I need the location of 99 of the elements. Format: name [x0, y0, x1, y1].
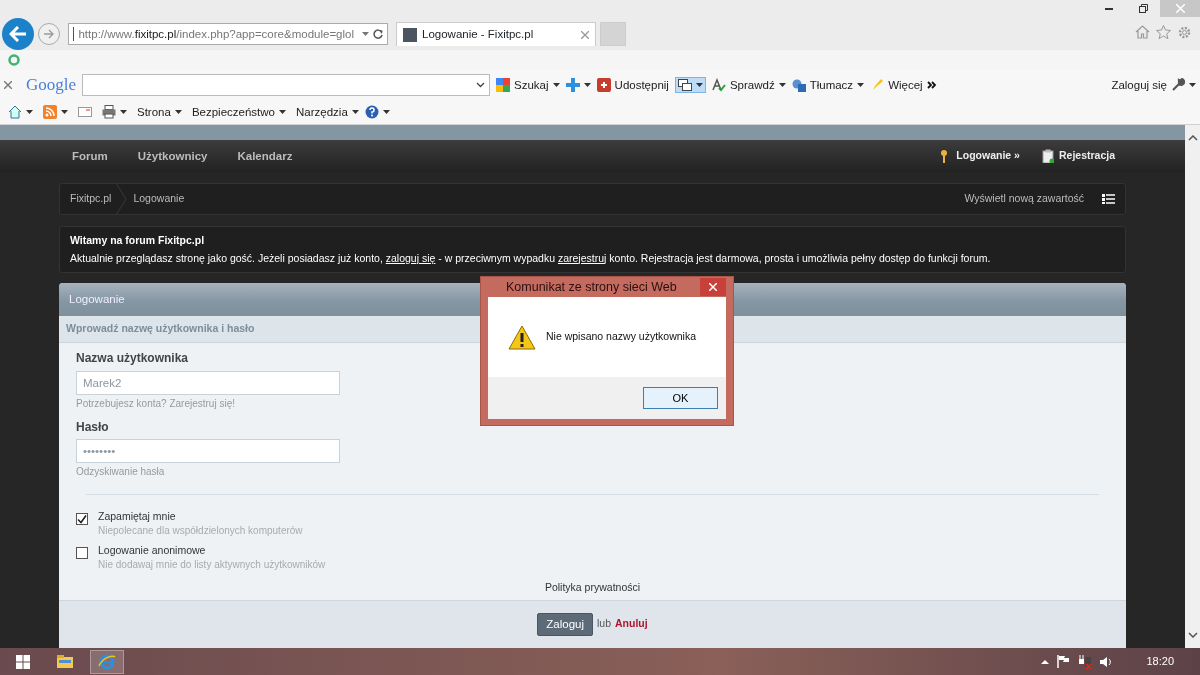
toolbar-link[interactable]: Więcej [888, 77, 923, 93]
checkbox[interactable] [76, 513, 88, 526]
sign-in-link[interactable]: Zaloguj się [1111, 77, 1167, 93]
menu-link[interactable]: Bezpieczeństwo [191, 104, 275, 120]
login-button[interactable]: Zaloguj [537, 613, 593, 637]
favorites-star-icon[interactable] [1156, 25, 1171, 39]
option-label: Logowanie anonimowe [98, 544, 206, 558]
url-text: http://www.fixitpc.pl/index.php?app=core&module=glol [78, 26, 354, 42]
translate-icon[interactable] [791, 78, 806, 92]
close-icon[interactable] [581, 30, 589, 39]
share-screen-button[interactable] [674, 77, 706, 93]
back-arrow-icon [9, 26, 27, 42]
back-button[interactable] [2, 18, 34, 50]
field-label: Nazwa użytkownika [76, 351, 189, 367]
text-link[interactable]: zaloguj się [385, 251, 436, 264]
option-note: Niepolecane dla współdzielonych komputerów [98, 524, 303, 538]
address-bar[interactable]: http://www.fixitpc.pl/index.php?app=core&module=glol [68, 23, 388, 45]
google-logo: Google [26, 73, 77, 96]
monitors-icon [677, 79, 692, 91]
caret-icon [695, 83, 703, 87]
google-squares-icon[interactable] [496, 78, 511, 92]
flag-icon[interactable] [1057, 655, 1071, 668]
nav-link[interactable]: Użytkownicy [137, 148, 208, 164]
text-link[interactable]: zarejestruj [557, 251, 607, 264]
caret-icon[interactable] [26, 110, 33, 114]
breadcrumb-link[interactable]: Fixitpc.pl [70, 192, 112, 206]
minimize-icon [1105, 7, 1113, 10]
caret-icon[interactable] [61, 110, 68, 114]
or-text: lub [597, 617, 612, 632]
toolbar-link[interactable]: Sprawdź [729, 77, 775, 93]
caret-icon[interactable] [174, 110, 182, 114]
panel-title: Logowanie [69, 292, 125, 308]
cancel-link[interactable]: Anuluj [615, 617, 648, 632]
help-icon[interactable] [364, 105, 379, 119]
caret-icon[interactable] [583, 83, 591, 87]
list-icon[interactable] [1102, 194, 1115, 204]
scroll-up-icon[interactable] [1187, 135, 1198, 141]
printer-icon[interactable] [102, 105, 116, 119]
caret-icon[interactable] [351, 110, 359, 114]
search-field[interactable] [82, 74, 491, 96]
taskbar-app[interactable] [90, 649, 124, 674]
clock-text: 18:20 [1146, 654, 1174, 669]
dialog-message: Nie wpisano nazwy użytkownika [546, 330, 696, 344]
home-icon[interactable] [8, 105, 22, 119]
caret-icon[interactable] [382, 110, 390, 114]
dropdown-caret-icon[interactable] [362, 32, 369, 36]
toolbar-link[interactable]: Udostępnij [614, 77, 669, 93]
forward-arrow-icon [43, 29, 55, 39]
new-content-link[interactable]: Wyświetl nową zawartość [964, 192, 1084, 206]
power-plug-icon[interactable] [1078, 654, 1093, 669]
caret-icon[interactable] [778, 83, 786, 87]
windows-logo-icon [16, 654, 30, 669]
close-icon [709, 283, 717, 291]
tab-title: Logowanie - Fixitpc.pl [422, 27, 534, 42]
double-chevron-icon[interactable] [926, 81, 937, 89]
close-button[interactable] [700, 278, 726, 296]
toolbar-link[interactable]: Tłumacz [809, 77, 854, 93]
wrench-icon[interactable] [1171, 78, 1185, 92]
warning-icon [508, 324, 536, 350]
tray-arrow-icon[interactable] [1041, 659, 1050, 664]
user-link[interactable]: Rejestracja [1041, 149, 1115, 163]
checkmark-icon [77, 514, 87, 524]
nav-link[interactable]: Forum [72, 148, 108, 164]
checkbox[interactable] [76, 547, 88, 560]
gplus-icon[interactable] [596, 78, 611, 92]
chevron-down-icon [476, 82, 486, 88]
browser-tab[interactable]: Logowanie - Fixitpc.pl [396, 22, 596, 46]
folder-icon [57, 655, 73, 668]
caret-icon[interactable] [857, 83, 865, 87]
welcome-text: Aktualnie przeglądasz stronę jako gość. Jeżeli posiadasz już konto, zaloguj się - w przeciwnym wypadku zarejestruj konto. Rejestracja jest darmowa, prosta i umożliwia pełny dostęp do funkcji forum. [70, 251, 991, 266]
caret-icon[interactable] [120, 110, 127, 114]
menu-link[interactable]: Narzędzia [296, 104, 348, 120]
welcome-title: Witamy na forum Fixitpc.pl [70, 234, 205, 248]
caret-icon[interactable] [1189, 83, 1196, 87]
breadcrumb-link[interactable]: Logowanie [133, 192, 185, 206]
speaker-icon[interactable] [1100, 655, 1113, 668]
user-link[interactable]: Logowanie » [939, 149, 1020, 163]
menu-link[interactable]: Strona [137, 104, 171, 120]
hint-text: Potrzebujesz konta? [76, 397, 167, 409]
ok-button[interactable]: OK [643, 387, 718, 409]
option-label: Zapamiętaj mnie [98, 510, 176, 525]
restore-icon [1138, 4, 1148, 13]
caret-icon[interactable] [279, 110, 286, 114]
caret-icon[interactable] [552, 83, 560, 87]
nav-link[interactable]: Kalendarz [237, 148, 293, 164]
option-note: Nie dodawaj mnie do listy aktywnych użytkowników [98, 557, 326, 571]
mail-icon[interactable] [78, 105, 92, 119]
clipboard-icon [1041, 149, 1054, 163]
toolbar-link[interactable]: Szukaj [514, 77, 549, 93]
dialog-title: Komunikat ze strony sieci Web [506, 278, 677, 296]
close-icon[interactable] [4, 81, 12, 89]
scroll-down-icon[interactable] [1187, 632, 1198, 638]
field-label: Hasło [76, 419, 109, 436]
privacy-link[interactable]: Polityka prywatności [544, 580, 641, 593]
close-icon [1175, 4, 1185, 13]
refresh-icon[interactable] [373, 29, 383, 39]
spellcheck-icon[interactable] [711, 78, 726, 92]
panel-subtitle: Wprowadź nazwę użytkownika i hasło [66, 322, 255, 337]
browser-e-icon [98, 653, 116, 670]
